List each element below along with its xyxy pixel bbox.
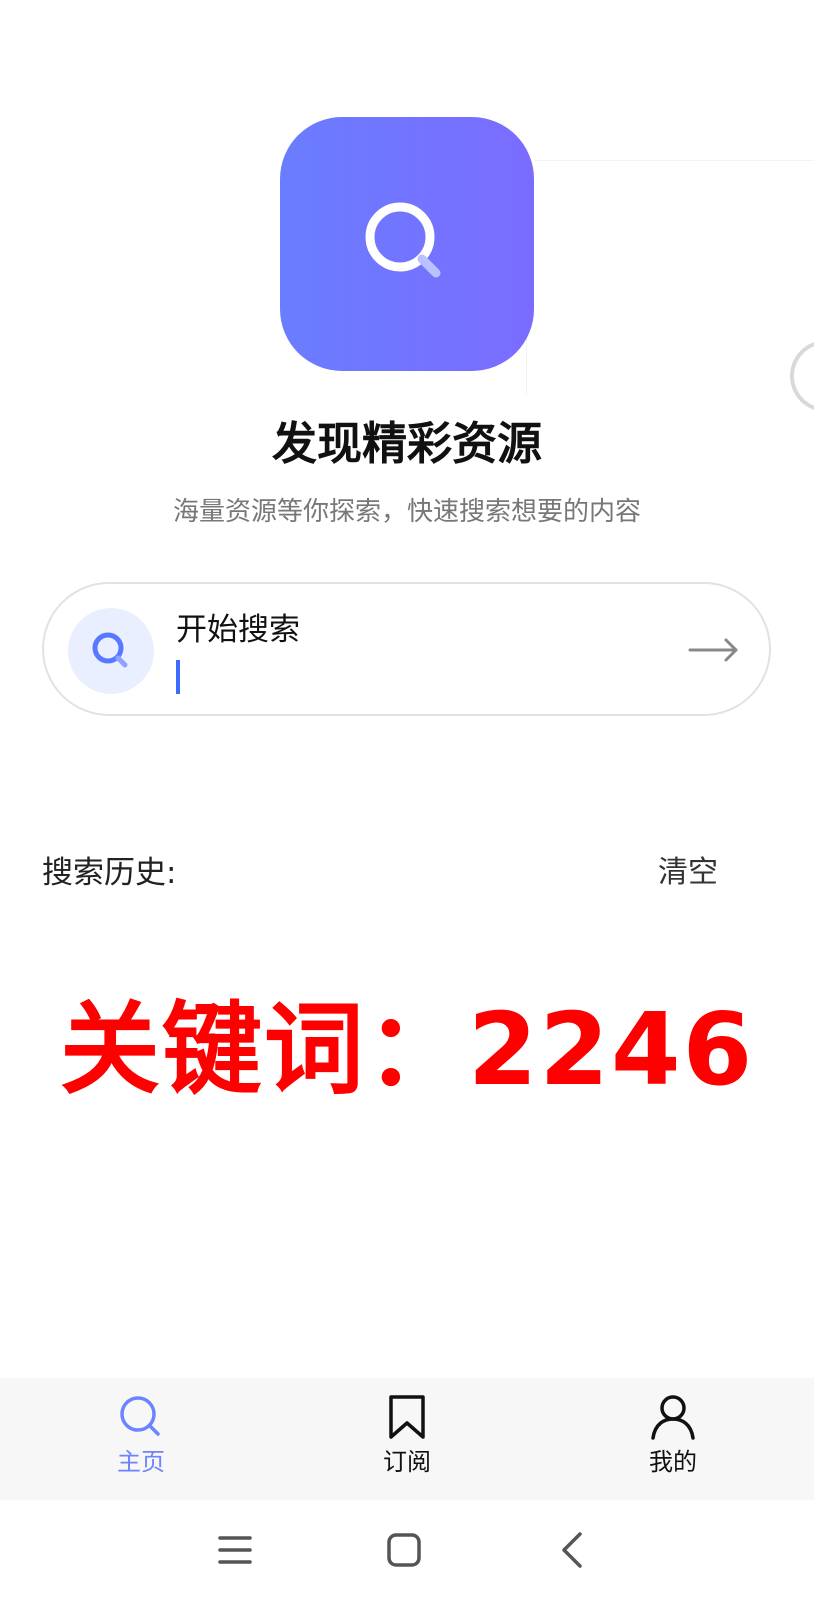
- keyword-watermark: 关键词：2246: [59, 991, 755, 1108]
- text-cursor: [176, 660, 180, 694]
- tab-profile[interactable]: 我的: [603, 1392, 743, 1492]
- home-button[interactable]: [380, 1526, 428, 1574]
- search-icon-badge: [68, 608, 154, 694]
- tab-home[interactable]: 主页: [71, 1392, 211, 1492]
- menu-button[interactable]: [210, 1526, 258, 1574]
- search-box[interactable]: 开始搜索: [42, 582, 771, 716]
- search-icon: [120, 1396, 160, 1436]
- page-title: 发现精彩资源: [271, 417, 542, 470]
- tab-home-label: 主页: [117, 1448, 165, 1476]
- page-subtitle: 海量资源等你探索，快速搜索想要的内容: [172, 497, 641, 527]
- side-drawer-handle[interactable]: [790, 340, 814, 412]
- back-icon: [562, 1532, 582, 1568]
- bottom-navigation: 主页 订阅 我的: [0, 1378, 814, 1500]
- back-button[interactable]: [550, 1526, 598, 1574]
- menu-icon: [218, 1536, 252, 1564]
- search-icon: [92, 632, 128, 668]
- search-submit-button[interactable]: [684, 624, 744, 676]
- arrow-right-icon: [688, 638, 738, 662]
- tab-subscriptions-label: 订阅: [383, 1448, 431, 1476]
- search-history-label: 搜索历史:: [42, 855, 177, 891]
- tab-subscriptions[interactable]: 订阅: [337, 1392, 477, 1492]
- search-label: 开始搜索: [176, 612, 300, 648]
- bookmark-icon: [389, 1395, 425, 1439]
- home-icon: [387, 1533, 421, 1567]
- search-icon: [365, 202, 441, 278]
- clear-history-button[interactable]: 清空: [658, 852, 718, 894]
- user-icon: [651, 1395, 695, 1440]
- search-input[interactable]: [174, 656, 654, 692]
- decorative-divider: [534, 160, 814, 161]
- tab-profile-label: 我的: [649, 1448, 697, 1476]
- app-logo: [280, 117, 534, 371]
- system-navigation-bar: [0, 1500, 814, 1600]
